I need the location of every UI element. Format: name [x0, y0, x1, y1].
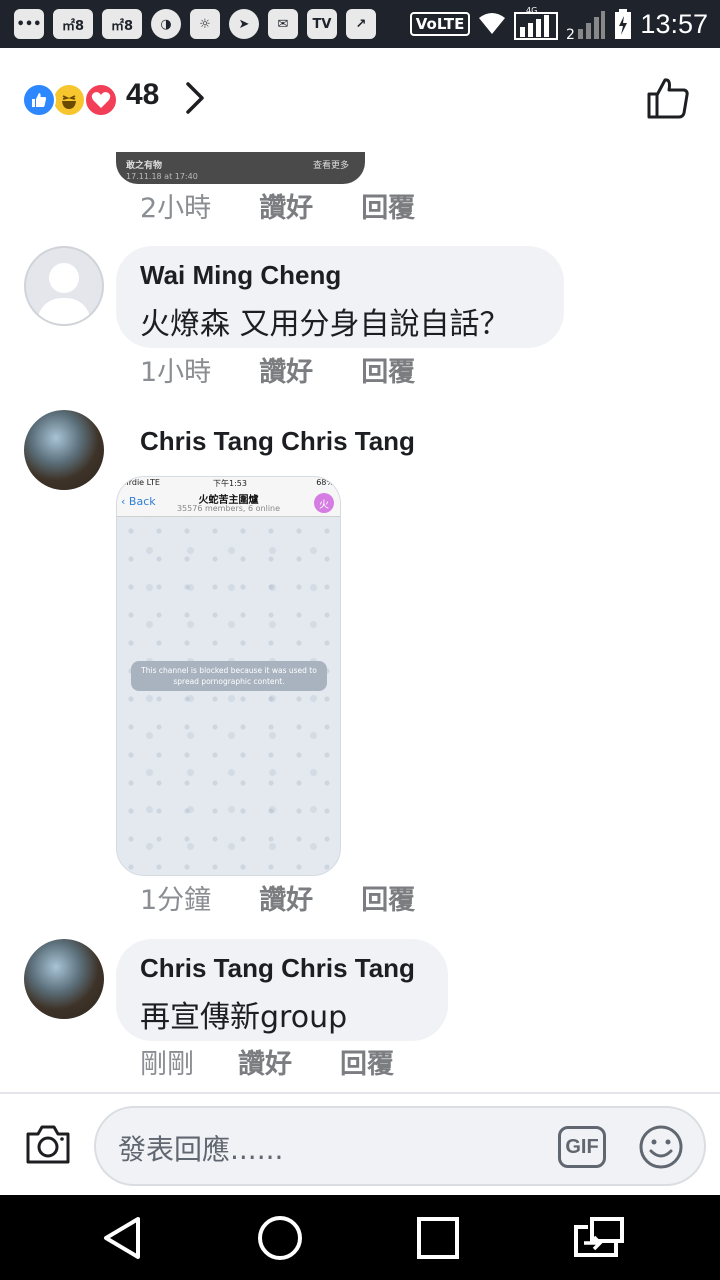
more-icon: ••• [14, 9, 44, 39]
signal-sim2-icon: 2 [566, 11, 606, 41]
reaction-icons [22, 83, 122, 117]
home-nav-icon[interactable] [255, 1213, 305, 1263]
avatar[interactable] [24, 246, 104, 326]
comment-meta: 剛剛 讚好 回覆 [140, 1042, 394, 1081]
status-bar: ••• ㎡8 ㎡8 ◑ ☼ ➤ ✉ TV ↗ VoLTE 4G 2 13:57 [0, 0, 720, 48]
like-button[interactable] [646, 76, 690, 120]
gif-button[interactable]: GIF [558, 1126, 606, 1168]
avatar[interactable] [24, 410, 104, 490]
comment-input[interactable]: 發表回應...... GIF [94, 1106, 706, 1186]
comment-like-button[interactable]: 讚好 [238, 1042, 292, 1081]
comment-attachment-image[interactable]: Birdie LTE 下午1:53 68% ‹ Back 火蛇苦主圍爐 3557… [116, 476, 341, 876]
attachment-chat-header: ‹ Back 火蛇苦主圍爐 35576 members, 6 online 火 [117, 489, 340, 517]
clock: 13:57 [640, 8, 708, 39]
switch-window-icon[interactable] [570, 1213, 626, 1263]
hktv-icon: TV [307, 9, 337, 39]
app-icon-3: ◑ [151, 9, 181, 39]
default-profile-icon [36, 263, 92, 324]
comment-bubble[interactable]: Chris Tang Chris Tang 再宣傳新group [116, 939, 448, 1041]
attachment-title: 敢之有物 [126, 161, 163, 171]
attachment-blocked-notice: This channel is blocked because it was u… [131, 661, 327, 691]
app-icon-4: ↗ [346, 9, 376, 39]
comment-time: 2小時 [140, 193, 212, 224]
volte-indicator: VoLTE [409, 12, 471, 36]
comment-composer: 發表回應...... GIF [0, 1092, 720, 1195]
comment-reply-button[interactable]: 回覆 [340, 1042, 394, 1081]
comments-sheet: 48 敢之有物 17.11.18 at 17:40 查看更多 2小時 讚好 回覆… [0, 48, 720, 1195]
signal-4g-icon: 4G [514, 7, 559, 40]
comment-like-button[interactable]: 讚好 [259, 350, 313, 389]
camera-icon[interactable] [24, 1122, 72, 1166]
comment-time: 1分鐘 [140, 885, 212, 916]
phone-screen: ••• ㎡8 ㎡8 ◑ ☼ ➤ ✉ TV ↗ VoLTE 4G 2 13:57 [0, 0, 720, 1280]
commenter-name[interactable]: Chris Tang Chris Tang [140, 953, 424, 984]
attachment-more: 查看更多 [312, 161, 349, 171]
love-reaction-icon [84, 83, 118, 117]
attachment-chat-subtitle: 35576 members, 6 online [176, 504, 281, 513]
monsoons-icon: ☼ [190, 9, 220, 39]
comment-reply-button[interactable]: 回覆 [361, 186, 415, 225]
avatar[interactable] [24, 939, 104, 1019]
recents-nav-icon[interactable] [413, 1213, 463, 1263]
back-nav-icon[interactable] [98, 1213, 148, 1263]
reaction-count: 48 [126, 78, 160, 111]
attachment-battery: 68% [316, 478, 334, 487]
attachment-date: 17.11.18 at 17:40 [126, 172, 198, 181]
comment-reply-button[interactable]: 回覆 [361, 878, 415, 917]
haha-reaction-icon [52, 83, 86, 117]
comment-like-button[interactable]: 讚好 [259, 186, 313, 225]
app-icon-2: ㎡8 [102, 9, 142, 39]
emoji-icon[interactable] [638, 1124, 684, 1170]
comment-text: 再宣傳新group [140, 1000, 348, 1035]
attachment-status-bar: Birdie LTE 下午1:53 68% [117, 477, 340, 489]
comment-text: 火燎森 又用分身自說自話？ [140, 307, 510, 342]
comment-input-placeholder: 發表回應...... [118, 1133, 284, 1166]
attachment-clock: 下午1:53 [213, 479, 247, 488]
comment-like-button[interactable]: 讚好 [259, 878, 313, 917]
comment-meta: 2小時 讚好 回覆 [140, 186, 415, 225]
mail-icon: ✉ [268, 9, 298, 39]
comment-meta: 1分鐘 讚好 回覆 [140, 878, 415, 917]
app-icon-1: ㎡8 [53, 9, 93, 39]
commenter-name[interactable]: Chris Tang Chris Tang [140, 426, 415, 457]
attachment-chat-avatar: 火 [314, 493, 334, 513]
chevron-right-icon [186, 82, 204, 114]
comment-reply-button[interactable]: 回覆 [361, 350, 415, 389]
like-reaction-icon [22, 83, 56, 117]
comment-time: 剛剛 [140, 1049, 194, 1080]
navigation-bar [0, 1195, 720, 1280]
commenter-name[interactable]: Wai Ming Cheng [140, 260, 540, 291]
system-icons: VoLTE 4G 2 13:57 [409, 6, 708, 42]
wifi-icon [479, 13, 506, 34]
comment-attachment-image[interactable]: 敢之有物 17.11.18 at 17:40 查看更多 [116, 152, 365, 184]
reactions-header[interactable]: 48 [0, 48, 720, 148]
telegram-icon: ➤ [229, 9, 259, 39]
battery-charging-icon [615, 9, 632, 39]
comment-meta: 1小時 讚好 回覆 [140, 350, 415, 389]
notification-icons: ••• ㎡8 ㎡8 ◑ ☼ ➤ ✉ TV ↗ [14, 6, 376, 42]
attachment-carrier: Birdie LTE [121, 478, 160, 487]
svg-text:4G: 4G [526, 7, 537, 15]
comment-time: 1小時 [140, 357, 212, 388]
attachment-chat-background [117, 517, 340, 875]
svg-text:2: 2 [566, 27, 575, 41]
comment-bubble[interactable]: Wai Ming Cheng 火燎森 又用分身自說自話？ [116, 246, 564, 348]
